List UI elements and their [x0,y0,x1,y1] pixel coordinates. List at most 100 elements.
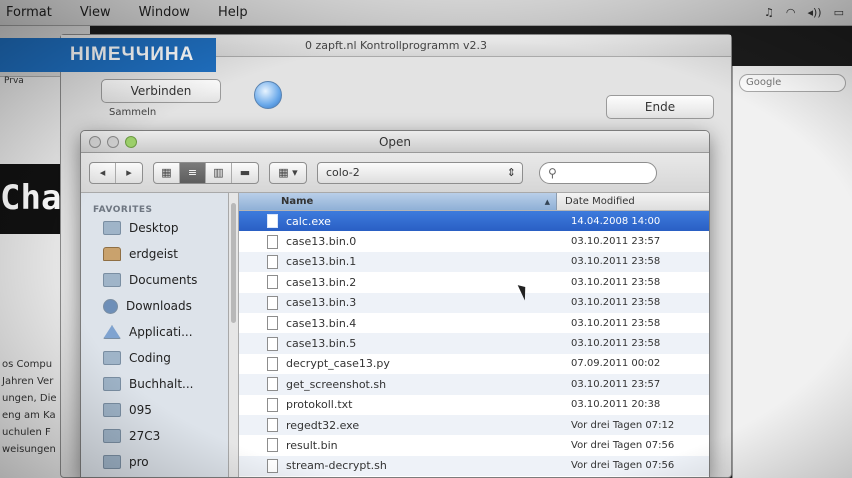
collect-label: Sammeln [109,107,157,118]
folder-popup-label: colo-2 [326,165,360,179]
end-button[interactable]: Ende [606,95,714,119]
coverflow-view-icon[interactable]: ▬ [232,163,258,183]
folder-popup[interactable]: colo-2 ⇕ [317,161,523,184]
file-date: 03.10.2011 23:57 [571,378,661,390]
folder-icon [103,455,121,469]
folder-icon [103,273,121,287]
icon-view-icon[interactable]: ▦ [154,162,180,183]
zoom-window-button[interactable] [125,136,137,148]
photo-scene: Format View Window Help ♫ ◠ ◂)) ▭ Prva C… [0,0,852,478]
file-row[interactable]: regedt32.exe Vor drei Tagen 07:12 [239,414,709,436]
back-arrow-icon[interactable]: ◂ [90,162,116,183]
folder-icon [103,403,121,417]
battery-icon[interactable]: ▭ [834,6,844,19]
google-search-field[interactable]: Google [739,74,846,92]
sidebar-item-label: pro [129,455,149,469]
date-column-header[interactable]: Date Modified [557,193,635,210]
list-view-icon[interactable]: ≡ [180,162,206,183]
open-dialog: Open ◂ ▸ ▦ ≡ ▥ ▬ ▦ ▾ colo-2 ⇕ ⚲ FAVORITE… [80,130,710,478]
open-dialog-titlebar: Open [81,131,709,153]
arrange-menu-icon[interactable]: ▦ ▾ [270,163,306,183]
dialog-search-input[interactable]: ⚲ [539,161,657,184]
file-date: 03.10.2011 23:58 [571,297,661,309]
sidebar-item-applications[interactable]: Applicati... [81,319,228,345]
sidebar-scroll-thumb[interactable] [231,203,236,323]
folder-icon [103,351,121,365]
file-row[interactable]: get_screenshot.sh 03.10.2011 23:57 [239,374,709,395]
connect-button[interactable]: Verbinden [101,79,221,103]
file-icon [267,418,278,433]
file-date: 03.10.2011 23:58 [571,338,661,350]
file-name: result.bin [286,438,338,452]
file-name: stream-decrypt.sh [286,459,387,473]
menu-help[interactable]: Help [218,5,248,20]
file-icon [267,214,278,229]
file-date: 03.10.2011 23:58 [571,256,661,268]
sidebar-item-home[interactable]: erdgeist [81,241,228,267]
file-icon [267,458,278,473]
sidebar-item-desktop[interactable]: Desktop [81,215,228,241]
sidebar-item-documents[interactable]: Documents [81,267,228,293]
sidebar-item-27c3[interactable]: 27C3 [81,423,228,449]
file-date: 03.10.2011 23:58 [571,276,661,288]
sidebar-item-label: Coding [129,351,171,365]
sidebar-item-label: Buchhalt... [129,377,194,391]
forward-arrow-icon[interactable]: ▸ [116,163,142,183]
file-name: calc.exe [286,214,331,228]
sidebar-item-pro[interactable]: pro [81,449,228,475]
arrange-control: ▦ ▾ [269,161,307,184]
wifi-icon[interactable]: ◠ [786,6,796,19]
file-row[interactable]: decrypt_case13.py 07.09.2011 00:02 [239,354,709,374]
applications-icon [103,325,121,339]
sidebar-item-coding[interactable]: Coding [81,345,228,371]
file-date: 03.10.2011 23:57 [571,236,661,248]
file-name: case13.bin.1 [286,255,357,269]
file-date: 03.10.2011 20:38 [571,399,661,411]
file-row[interactable]: protokoll.txt 03.10.2011 20:38 [239,395,709,415]
headphones-icon[interactable]: ♫ [764,6,774,19]
favorites-heading: FAVORITES [93,205,153,215]
file-row[interactable]: result.bin Vor drei Tagen 07:56 [239,435,709,455]
file-name: case13.bin.2 [286,275,357,289]
browser-nav-item[interactable]: Prva [4,76,24,86]
magnifier-icon: ⚲ [548,165,557,180]
file-name: case13.bin.3 [286,296,357,310]
volume-icon[interactable]: ◂)) [807,6,821,19]
file-row[interactable]: case13.bin.2 03.10.2011 23:58 [239,272,709,292]
file-row[interactable]: case13.bin.5 03.10.2011 23:58 [239,333,709,354]
file-date: 14.04.2008 14:00 [571,215,661,227]
news-caption: НІМЕЧЧИНА [0,38,216,72]
close-window-button[interactable] [89,136,101,148]
sidebar-item-downloads[interactable]: Downloads [81,293,228,319]
file-icon [267,254,278,269]
file-name: case13.bin.0 [286,235,357,249]
menu-window[interactable]: Window [139,5,190,20]
background-right-window: Google [732,66,852,478]
open-dialog-title: Open [378,135,412,149]
file-row[interactable]: case13.bin.3 03.10.2011 23:58 [239,292,709,313]
file-icon [267,295,278,310]
file-date: 07.09.2011 00:02 [571,358,661,370]
file-name: get_screenshot.sh [286,377,387,391]
menu-view[interactable]: View [80,5,111,20]
minimize-window-button[interactable] [107,136,119,148]
column-view-icon[interactable]: ▥ [206,162,232,183]
menu-status-area: ♫ ◠ ◂)) ▭ [764,6,852,19]
name-column-header[interactable]: Name [239,193,557,211]
sidebar-scrollbar[interactable] [229,193,239,477]
sidebar-item-buchhaltung[interactable]: Buchhalt... [81,371,228,397]
file-row[interactable]: stream-decrypt.sh Vor drei Tagen 07:56 [239,455,709,477]
file-row[interactable]: case13.bin.1 03.10.2011 23:58 [239,251,709,273]
file-row[interactable]: calc.exe 14.04.2008 14:00 [239,211,709,232]
menu-format[interactable]: Format [6,5,52,20]
file-icon [267,377,278,392]
file-icon [267,438,278,453]
sidebar-item-label: erdgeist [129,247,179,261]
sidebar-item-095[interactable]: 095 [81,397,228,423]
dialog-toolbar: ◂ ▸ ▦ ≡ ▥ ▬ ▦ ▾ colo-2 ⇕ ⚲ [81,153,709,193]
folder-icon [103,221,121,235]
file-row[interactable]: case13.bin.4 03.10.2011 23:58 [239,313,709,333]
file-row[interactable]: case13.bin.0 03.10.2011 23:57 [239,231,709,251]
file-date: Vor drei Tagen 07:56 [571,439,675,451]
folder-icon [103,429,121,443]
